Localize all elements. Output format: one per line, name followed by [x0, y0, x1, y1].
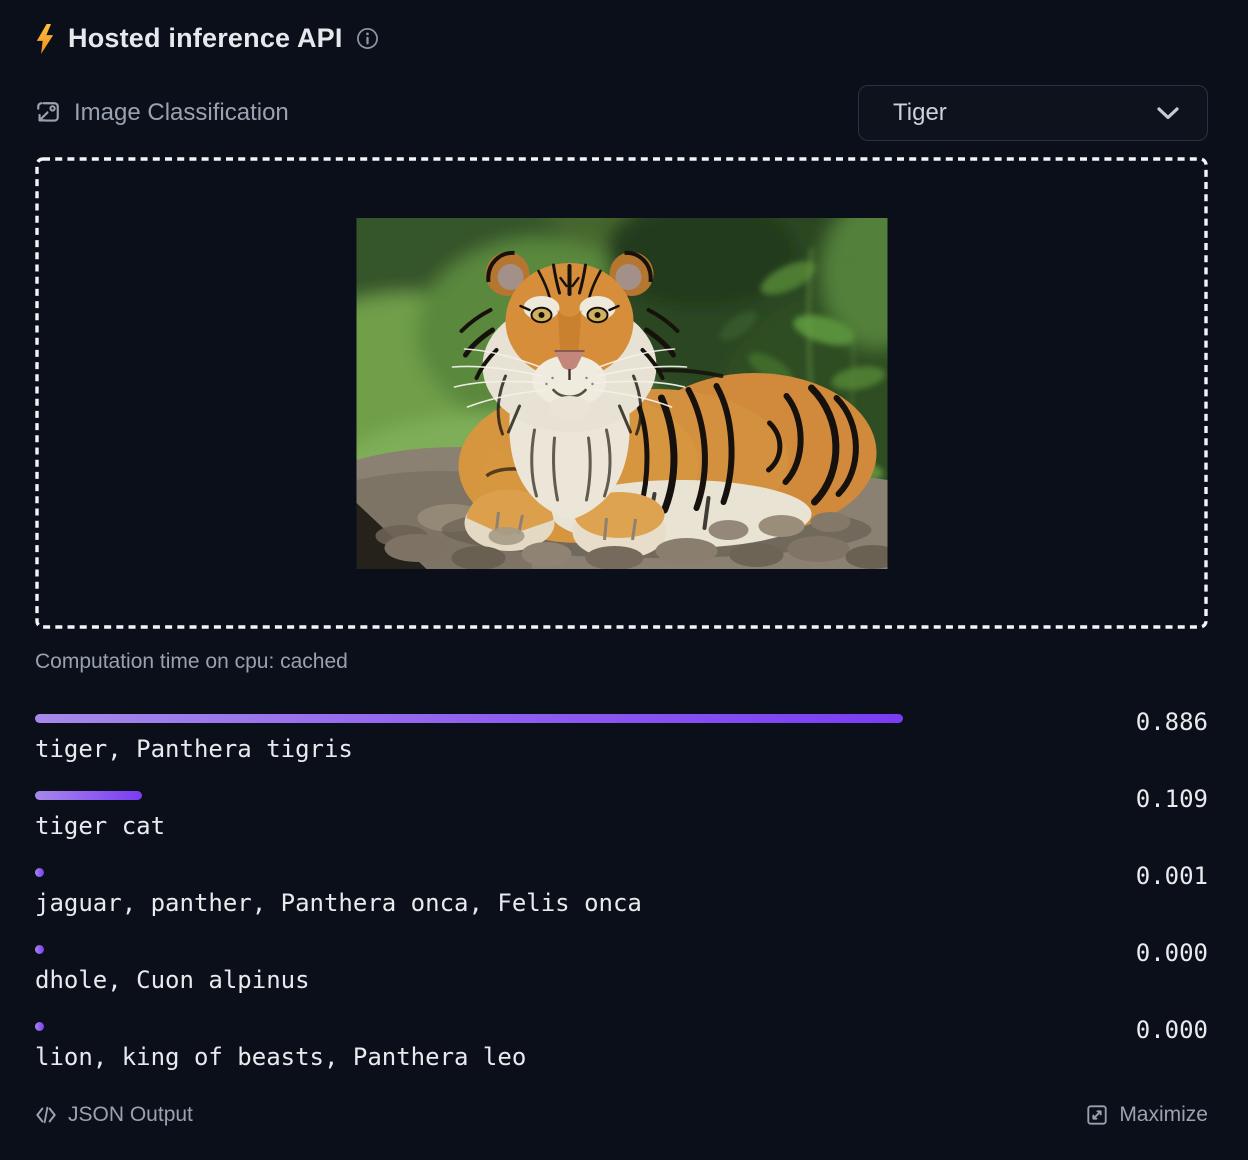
- score-value: 0.886: [1015, 709, 1208, 735]
- score-bar: [35, 945, 44, 954]
- chevron-down-icon: [1157, 107, 1179, 120]
- image-dropzone[interactable]: [35, 157, 1208, 629]
- task-row: Image Classification Tiger: [35, 85, 1208, 141]
- classification-result: 0.000lion, king of beasts, Panthera leo: [35, 1017, 1208, 1071]
- maximize-label: Maximize: [1119, 1103, 1208, 1127]
- task-label: Image Classification: [74, 99, 289, 127]
- image-classification-icon: [35, 100, 61, 126]
- computation-time: Computation time on cpu: cached: [35, 650, 1208, 674]
- score-bar-track: [35, 1022, 1015, 1031]
- page-title: Hosted inference API: [68, 23, 343, 54]
- classification-result: 0.886tiger, Panthera tigris: [35, 709, 1208, 763]
- score-bar-track: [35, 945, 1015, 954]
- widget-header: Hosted inference API: [35, 23, 1208, 54]
- code-icon: [35, 1104, 57, 1126]
- info-icon[interactable]: [356, 27, 379, 50]
- result-label: tiger, Panthera tigris: [35, 735, 1208, 763]
- classification-result: 0.000dhole, Cuon alpinus: [35, 940, 1208, 994]
- score-bar-track: [35, 714, 1015, 723]
- classification-results: 0.886tiger, Panthera tigris 0.109tiger ca…: [35, 709, 1208, 1071]
- score-bar-track: [35, 868, 1015, 877]
- result-label: lion, king of beasts, Panthera leo: [35, 1043, 1208, 1071]
- classification-result: 0.109tiger cat: [35, 786, 1208, 840]
- inference-widget: Hosted inference API Image Classificatio…: [0, 0, 1248, 1127]
- score-bar-track: [35, 791, 1015, 800]
- tiger-image: [356, 218, 887, 569]
- score-value: 0.000: [1015, 1017, 1208, 1043]
- result-label: dhole, Cuon alpinus: [35, 966, 1208, 994]
- json-output-button[interactable]: JSON Output: [35, 1103, 193, 1127]
- score-bar: [35, 868, 44, 877]
- score-bar: [35, 1022, 44, 1031]
- score-value: 0.109: [1015, 786, 1208, 812]
- maximize-button[interactable]: Maximize: [1086, 1103, 1208, 1127]
- score-value: 0.000: [1015, 940, 1208, 966]
- selected-example: Tiger: [893, 99, 947, 127]
- maximize-icon: [1086, 1104, 1108, 1126]
- score-value: 0.001: [1015, 863, 1208, 889]
- result-label: tiger cat: [35, 812, 1208, 840]
- example-selector-dropdown[interactable]: Tiger: [858, 85, 1208, 141]
- json-output-label: JSON Output: [68, 1103, 193, 1127]
- lightning-icon: [35, 24, 55, 54]
- widget-footer: JSON Output Maximize: [35, 1103, 1208, 1127]
- task-type: Image Classification: [35, 99, 289, 127]
- score-bar: [35, 791, 142, 800]
- classification-result: 0.001jaguar, panther, Panthera onca, Fel…: [35, 863, 1208, 917]
- result-label: jaguar, panther, Panthera onca, Felis on…: [35, 889, 1208, 917]
- score-bar: [35, 714, 903, 723]
